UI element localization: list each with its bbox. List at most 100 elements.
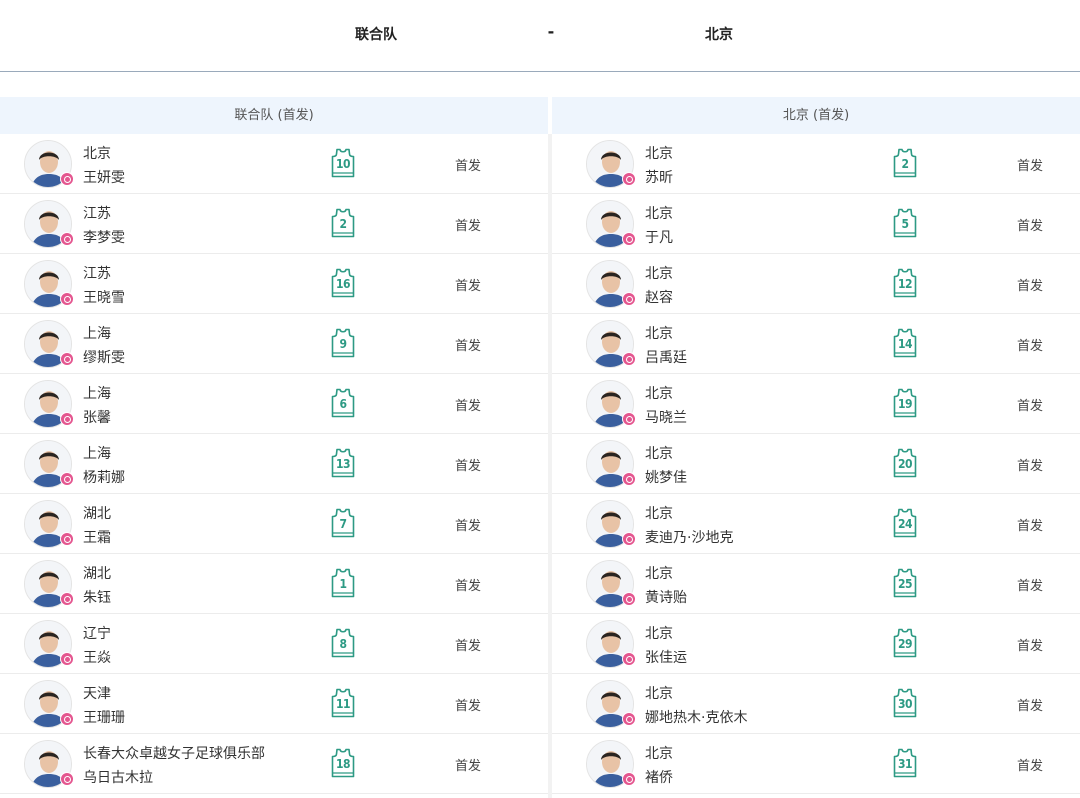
jersey-icon: 25 (891, 568, 919, 598)
player-name[interactable]: 娜地热木·克依木 (645, 707, 747, 727)
jersey-number: 25 (897, 577, 913, 591)
player-badge-icon (60, 172, 74, 186)
player-row[interactable]: 江苏 王晓雪 16 首发 (0, 254, 548, 314)
player-name[interactable]: 张佳运 (645, 647, 687, 667)
player-badge-icon (622, 232, 636, 246)
player-name[interactable]: 李梦雯 (83, 227, 125, 247)
player-badge-icon (60, 232, 74, 246)
player-role: 首发 (1017, 699, 1044, 714)
home-team-name[interactable]: 联合队 (355, 24, 397, 44)
player-team: 长春大众卓越女子足球俱乐部 (83, 746, 265, 762)
player-row[interactable]: 北京 麦迪乃·沙地克 24 首发 (552, 494, 1080, 554)
player-team: 北京 (645, 686, 673, 702)
player-team: 辽宁 (83, 626, 111, 642)
player-team: 北京 (645, 446, 673, 462)
player-role: 首发 (455, 219, 482, 234)
player-name[interactable]: 缪斯雯 (83, 347, 125, 367)
player-team: 上海 (83, 386, 111, 402)
player-badge-icon (60, 772, 74, 786)
player-row[interactable]: 江苏 李梦雯 2 首发 (0, 194, 548, 254)
away-lineup-header: 北京 (首发) (552, 97, 1080, 134)
player-name[interactable]: 褚侨 (645, 767, 673, 787)
player-name[interactable]: 王晓雪 (83, 287, 125, 307)
player-badge-icon (60, 472, 74, 486)
player-role: 首发 (455, 279, 482, 294)
player-row[interactable]: 上海 张馨 6 首发 (0, 374, 548, 434)
player-badge-icon (60, 532, 74, 546)
player-badge-icon (622, 472, 636, 486)
home-lineup-header: 联合队 (首发) (0, 97, 548, 134)
player-badge-icon (622, 772, 636, 786)
player-name[interactable]: 黄诗贻 (645, 587, 687, 607)
player-name[interactable]: 姚梦佳 (645, 467, 687, 487)
player-name[interactable]: 赵容 (645, 287, 673, 307)
player-badge-icon (622, 412, 636, 426)
jersey-icon: 10 (329, 148, 357, 178)
player-team: 北京 (645, 326, 673, 342)
jersey-number: 7 (339, 517, 347, 531)
jersey-icon: 6 (329, 388, 357, 418)
player-badge-icon (622, 172, 636, 186)
jersey-number: 19 (897, 397, 913, 411)
player-role: 首发 (1017, 519, 1044, 534)
jersey-icon: 20 (891, 448, 919, 478)
player-row[interactable]: 北京 娜地热木·克依木 30 首发 (552, 674, 1080, 734)
jersey-number: 16 (335, 277, 351, 291)
player-row[interactable]: 上海 杨莉娜 13 首发 (0, 434, 548, 494)
player-name[interactable]: 王霜 (83, 527, 111, 547)
player-team: 北京 (645, 386, 673, 402)
player-name[interactable]: 张馨 (83, 407, 111, 427)
jersey-number: 18 (335, 757, 351, 771)
player-name[interactable]: 吕禹廷 (645, 347, 687, 367)
player-name[interactable]: 朱钰 (83, 587, 111, 607)
player-row[interactable]: 北京 姚梦佳 20 首发 (552, 434, 1080, 494)
jersey-number: 13 (335, 457, 351, 471)
player-team: 上海 (83, 326, 111, 342)
away-team-name[interactable]: 北京 (705, 24, 733, 44)
player-team: 湖北 (83, 506, 111, 522)
player-row[interactable]: 北京 褚侨 31 首发 (552, 734, 1080, 794)
player-role: 首发 (1017, 579, 1044, 594)
player-row[interactable]: 北京 王妍雯 10 首发 (0, 134, 548, 194)
player-role: 首发 (1017, 219, 1044, 234)
jersey-number: 8 (339, 637, 347, 651)
player-badge-icon (60, 352, 74, 366)
player-role: 首发 (455, 519, 482, 534)
match-header: 联合队 - 北京 (0, 0, 1080, 72)
player-name[interactable]: 麦迪乃·沙地克 (645, 527, 733, 547)
jersey-number: 30 (897, 697, 913, 711)
player-badge-icon (622, 532, 636, 546)
player-row[interactable]: 北京 张佳运 29 首发 (552, 614, 1080, 674)
player-name[interactable]: 乌日古木拉 (83, 767, 153, 787)
player-row[interactable]: 天津 王珊珊 11 首发 (0, 674, 548, 734)
jersey-number: 5 (901, 217, 909, 231)
player-name[interactable]: 杨莉娜 (83, 467, 125, 487)
jersey-icon: 24 (891, 508, 919, 538)
player-name[interactable]: 苏昕 (645, 167, 673, 187)
player-row[interactable]: 湖北 朱钰 1 首发 (0, 554, 548, 614)
player-row[interactable]: 北京 吕禹廷 14 首发 (552, 314, 1080, 374)
player-row[interactable]: 湖北 王霜 7 首发 (0, 494, 548, 554)
player-row[interactable]: 北京 苏昕 2 首发 (552, 134, 1080, 194)
player-name[interactable]: 王焱 (83, 647, 111, 667)
player-role: 首发 (1017, 339, 1044, 354)
player-row[interactable]: 北京 于凡 5 首发 (552, 194, 1080, 254)
player-team: 北京 (645, 206, 673, 222)
player-name[interactable]: 王珊珊 (83, 707, 125, 727)
jersey-number: 9 (339, 337, 347, 351)
player-badge-icon (60, 592, 74, 606)
player-row[interactable]: 辽宁 王焱 8 首发 (0, 614, 548, 674)
player-name[interactable]: 马晓兰 (645, 407, 687, 427)
player-row[interactable]: 北京 赵容 12 首发 (552, 254, 1080, 314)
jersey-icon: 1 (329, 568, 357, 598)
player-name[interactable]: 王妍雯 (83, 167, 125, 187)
player-row[interactable]: 上海 缪斯雯 9 首发 (0, 314, 548, 374)
player-row[interactable]: 北京 黄诗贻 25 首发 (552, 554, 1080, 614)
jersey-icon: 12 (891, 268, 919, 298)
player-row[interactable]: 长春大众卓越女子足球俱乐部 乌日古木拉 18 首发 (0, 734, 548, 794)
jersey-icon: 13 (329, 448, 357, 478)
player-role: 首发 (1017, 639, 1044, 654)
player-row[interactable]: 北京 马晓兰 19 首发 (552, 374, 1080, 434)
player-name[interactable]: 于凡 (645, 227, 673, 247)
player-role: 首发 (1017, 759, 1044, 774)
